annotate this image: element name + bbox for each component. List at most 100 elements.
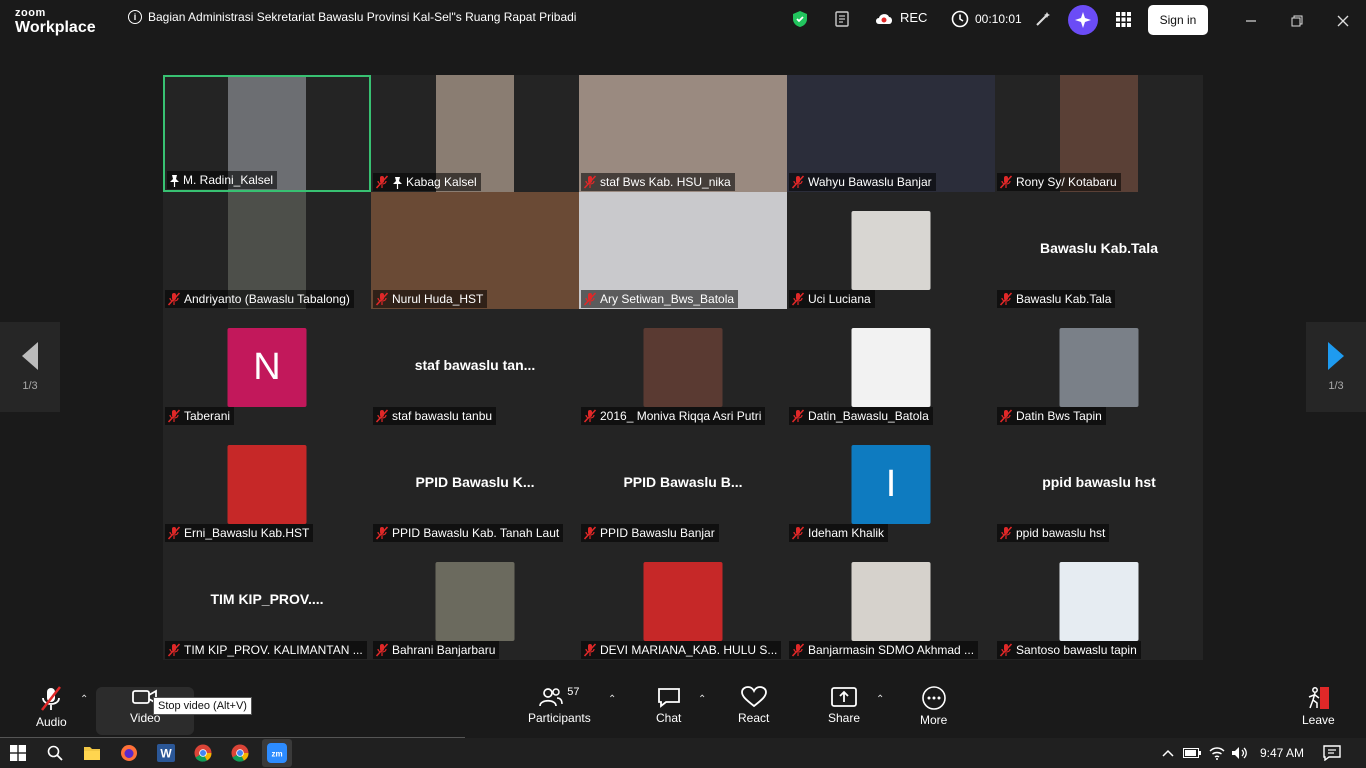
participant-name-label: Bawaslu Kab.Tala — [997, 290, 1116, 308]
participant-tile[interactable]: Wahyu Bawaslu Banjar — [787, 75, 995, 192]
pin-icon — [170, 174, 179, 187]
participant-name: Ary Setiwan_Bws_Batola — [600, 292, 735, 306]
participant-tile[interactable]: Datin Bws Tapin — [995, 309, 1203, 426]
next-page-button[interactable]: 1/3 — [1306, 322, 1366, 412]
minimize-button[interactable] — [1236, 8, 1266, 34]
participant-tile[interactable]: TIM KIP_PROV.... TIM KIP_PROV. KALIMANTAN… — [163, 543, 371, 660]
participants-options-caret[interactable]: ⌃ — [608, 694, 616, 705]
wifi-icon[interactable] — [1207, 743, 1227, 763]
avatar-letter: N — [253, 346, 281, 388]
participant-tile[interactable]: Uci Luciana — [787, 192, 995, 309]
participant-tile[interactable]: I Ideham Khalik — [787, 426, 995, 543]
meeting-timer: 00:10:01 — [951, 10, 1022, 28]
participant-photo — [227, 445, 307, 524]
muted-mic-icon — [375, 643, 389, 657]
taskbar-clock[interactable]: 9:47 AM — [1260, 746, 1304, 760]
annotate-button[interactable] — [1034, 10, 1052, 28]
leave-icon — [1309, 687, 1330, 709]
audio-options-caret[interactable]: ⌃ — [80, 694, 88, 705]
participant-name-label: Andriyanto (Bawaslu Tabalong) — [165, 290, 354, 308]
recording-indicator[interactable]: REC — [874, 10, 927, 25]
muted-mic-icon — [999, 292, 1013, 306]
participant-tile[interactable]: staf Bws Kab. HSU_nika — [579, 75, 787, 192]
participants-button[interactable]: 57 Participants — [528, 686, 591, 725]
close-button[interactable] — [1328, 8, 1358, 34]
volume-icon[interactable] — [1230, 743, 1250, 763]
participant-tile[interactable]: Erni_Bawaslu Kab.HST — [163, 426, 371, 543]
leave-button[interactable]: Leave — [1302, 686, 1335, 727]
participant-tile[interactable]: M. Radini_Kalsel — [163, 75, 371, 192]
participant-name-label: M. Radini_Kalsel — [167, 171, 278, 189]
apps-button[interactable] — [1116, 12, 1131, 27]
notifications-icon[interactable] — [1322, 743, 1342, 763]
sign-in-button[interactable]: Sign in — [1148, 5, 1208, 35]
muted-mic-icon — [791, 175, 805, 189]
encryption-shield[interactable] — [792, 10, 808, 28]
participant-tile[interactable]: Bahrani Banjarbaru — [371, 543, 579, 660]
participant-tile[interactable]: PPID Bawaslu B... PPID Bawaslu Banjar — [579, 426, 787, 543]
participant-avatar: I — [851, 445, 931, 524]
chrome-icon[interactable] — [193, 743, 213, 763]
previous-page-button[interactable]: 1/3 — [0, 322, 60, 412]
participant-name-label: Rony Sy/ Kotabaru — [997, 173, 1121, 191]
share-options-caret[interactable]: ⌃ — [876, 694, 884, 705]
participant-tile[interactable]: Datin_Bawaslu_Batola — [787, 309, 995, 426]
audio-label: Audio — [36, 715, 67, 729]
participant-tile[interactable]: Bawaslu Kab.Tala Bawaslu Kab.Tala — [995, 192, 1203, 309]
participant-tile[interactable]: Nurul Huda_HST — [371, 192, 579, 309]
participant-name: Kabag Kalsel — [406, 175, 477, 189]
zoom-window: zoom Workplace i Bagian Administrasi Sek… — [0, 0, 1366, 768]
windows-start-icon[interactable] — [8, 743, 28, 763]
participant-tile[interactable]: Ary Setiwan_Bws_Batola — [579, 192, 787, 309]
more-icon — [921, 686, 946, 710]
title-bar: zoom Workplace i Bagian Administrasi Sek… — [0, 0, 1366, 44]
participant-name-label: Kabag Kalsel — [373, 173, 481, 191]
participant-tile[interactable]: PPID Bawaslu K... PPID Bawaslu Kab. Tanah… — [371, 426, 579, 543]
participant-tile[interactable]: Banjarmasin SDMO Akhmad ... — [787, 543, 995, 660]
participant-tile[interactable]: Santoso bawaslu tapin — [995, 543, 1203, 660]
participant-name-label: Nurul Huda_HST — [373, 290, 488, 308]
muted-mic-icon — [167, 526, 181, 540]
battery-icon[interactable] — [1182, 743, 1202, 763]
tray-chevron-icon[interactable] — [1158, 743, 1178, 763]
audio-button[interactable]: Audio — [36, 686, 67, 729]
ai-companion-button[interactable] — [1068, 5, 1098, 35]
firefox-icon[interactable] — [119, 743, 139, 763]
participant-name: Datin Bws Tapin — [1016, 409, 1102, 423]
muted-mic-icon — [583, 292, 597, 306]
participant-tile[interactable]: N Taberani — [163, 309, 371, 426]
participant-name-label: Wahyu Bawaslu Banjar — [789, 173, 936, 191]
participant-name-label: Santoso bawaslu tapin — [997, 641, 1141, 659]
participant-tile[interactable]: Andriyanto (Bawaslu Tabalong) — [163, 192, 371, 309]
more-button[interactable]: More — [920, 686, 947, 727]
chrome-profile-icon[interactable] — [230, 743, 250, 763]
share-button[interactable]: Share — [828, 686, 860, 725]
participant-tile[interactable]: DEVI MARIANA_KAB. HULU S... — [579, 543, 787, 660]
search-icon[interactable] — [45, 743, 65, 763]
participant-tile[interactable]: staf bawaslu tan... staf bawaslu tanbu — [371, 309, 579, 426]
avatar-letter: I — [885, 463, 897, 505]
participant-tile[interactable]: 2016_ Moniva Riqqa Asri Putri — [579, 309, 787, 426]
notes-button[interactable] — [833, 10, 851, 28]
participant-name: Uci Luciana — [808, 292, 871, 306]
restore-button[interactable] — [1282, 8, 1312, 34]
zoom-taskbar-icon[interactable]: zm — [262, 739, 292, 767]
participant-photo — [643, 562, 723, 641]
chat-options-caret[interactable]: ⌃ — [698, 694, 706, 705]
muted-mic-icon — [583, 175, 597, 189]
participant-name-label: DEVI MARIANA_KAB. HULU S... — [581, 641, 782, 659]
react-button[interactable]: React — [738, 686, 769, 725]
file-explorer-icon[interactable] — [82, 743, 102, 763]
participant-name: Santoso bawaslu tapin — [1016, 643, 1137, 657]
participant-name: Andriyanto (Bawaslu Tabalong) — [184, 292, 350, 306]
info-icon[interactable]: i — [128, 10, 142, 24]
participant-name: Banjarmasin SDMO Akhmad ... — [808, 643, 975, 657]
page-indicator-right: 1/3 — [1328, 380, 1344, 392]
chat-button[interactable]: Chat — [656, 686, 681, 725]
participant-name-label: Erni_Bawaslu Kab.HST — [165, 524, 314, 542]
participant-tile[interactable]: Kabag Kalsel — [371, 75, 579, 192]
meeting-info[interactable]: i Bagian Administrasi Sekretariat Bawasl… — [128, 10, 576, 24]
participant-tile[interactable]: Rony Sy/ Kotabaru — [995, 75, 1203, 192]
participant-tile[interactable]: ppid bawaslu hst ppid bawaslu hst — [995, 426, 1203, 543]
word-icon[interactable]: W — [156, 743, 176, 763]
